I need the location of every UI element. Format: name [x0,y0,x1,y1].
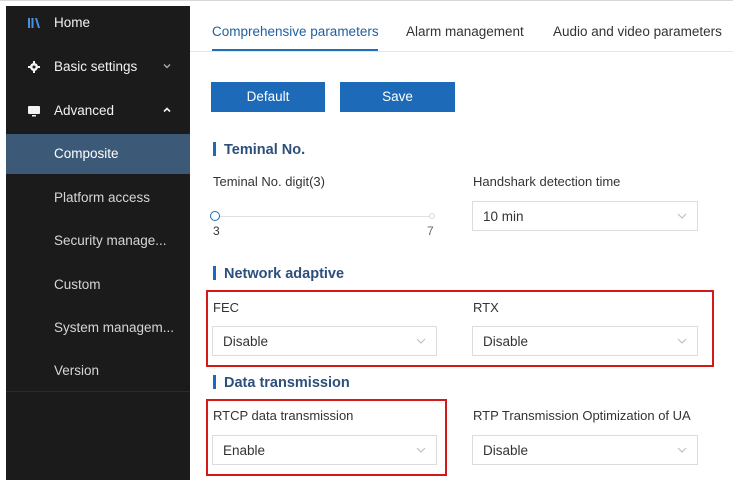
sidebar-item-platform-access[interactable]: Platform access [6,178,190,218]
section-title-terminal: Teminal No. [213,142,305,158]
sidebar-item-home[interactable]: Home [6,6,190,42]
terminal-digit-label: Teminal No. digit(3) [213,174,325,189]
chevron-up-icon [163,107,171,113]
sidebar-item-security-management[interactable]: Security manage... [6,221,190,261]
sidebar-item-basic-settings[interactable]: Basic settings [6,50,190,86]
tab-audio-video-parameters[interactable]: Audio and video parameters [553,24,722,39]
sidebar-item-label: Advanced [54,103,115,118]
section-accent-bar [213,375,216,389]
chevron-down-icon [163,64,171,69]
sidebar: Home Basic settings Advanced Composite P… [6,6,190,480]
monitor-icon [28,106,40,117]
terminal-digit-slider-track[interactable] [215,216,433,217]
section-title-network: Network adaptive [213,266,344,282]
sidebar-item-label: System managem... [54,320,175,335]
network-highlight-box [206,290,714,367]
tab-alarm-management[interactable]: Alarm management [406,24,524,39]
tab-comprehensive-parameters[interactable]: Comprehensive parameters [212,24,379,39]
tab-bar: Comprehensive parameters Alarm managemen… [190,6,735,52]
sidebar-item-label: Platform access [54,190,151,205]
gear-icon [28,61,40,73]
sidebar-item-composite[interactable]: Composite [6,134,190,174]
section-accent-bar [213,142,216,156]
rtcp-highlight-box [206,399,447,476]
sidebar-item-custom[interactable]: Custom [6,265,190,305]
save-button[interactable]: Save [340,82,455,112]
select-value: Disable [483,443,529,458]
chevron-down-icon [677,447,687,453]
slider-min-label: 3 [213,224,220,238]
section-title-data: Data transmission [213,375,350,391]
handshake-detection-select[interactable]: 10 min [472,201,698,231]
section-accent-bar [213,266,216,280]
window-bottom-border [0,480,735,486]
active-tab-indicator [212,49,378,51]
sidebar-item-label: Custom [54,277,101,292]
section-title-text: Data transmission [224,375,350,391]
rtp-optimization-label: RTP Transmission Optimization of UA [473,408,691,423]
handshake-detection-label: Handshark detection time [473,174,621,189]
slider-max-label: 7 [427,224,434,238]
sidebar-item-label: Version [54,363,100,378]
section-title-text: Teminal No. [224,142,306,158]
sidebar-item-label: Security manage... [54,233,167,248]
chevron-down-icon [677,213,687,219]
sidebar-item-system-management[interactable]: System managem... [6,308,190,348]
rtp-optimization-select[interactable]: Disable [472,435,698,465]
default-button[interactable]: Default [211,82,325,112]
sidebar-item-label: Composite [54,146,119,161]
terminal-digit-slider-end [429,213,435,219]
sidebar-item-label: Basic settings [54,59,138,74]
sidebar-item-advanced[interactable]: Advanced [6,94,190,130]
sidebar-item-version[interactable]: Version [6,351,190,391]
sidebar-item-label: Home [54,15,91,30]
section-title-text: Network adaptive [224,266,345,282]
terminal-digit-slider-handle[interactable] [210,211,220,221]
home-bars-icon [28,18,40,28]
sidebar-divider [6,391,190,392]
select-value: 10 min [483,209,524,224]
